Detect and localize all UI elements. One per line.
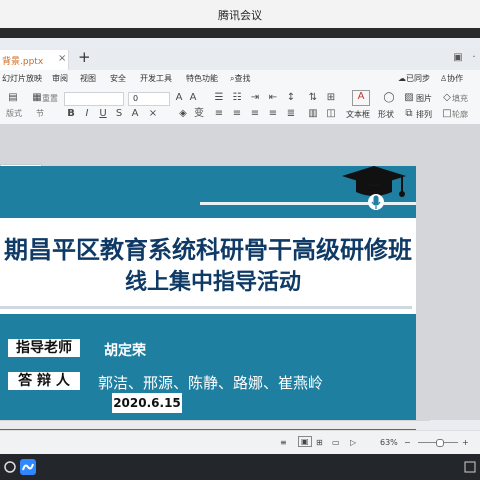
outdent-icon[interactable]: ⇤ [266, 92, 280, 104]
font-color-icon[interactable]: A [128, 108, 142, 120]
slide-title-line-1: 期昌平区教育系统科研骨干高级研修班 [4, 235, 412, 264]
number-list-icon[interactable]: ☷ [230, 92, 244, 104]
tencent-meeting-icon[interactable] [20, 459, 36, 475]
shared-screen: 背景.pptx × + ▣ · 幻灯片放映 审阅 视图 安全 开发工具 特色功能… [0, 28, 480, 455]
menu-collaborate-label: 协作 [447, 74, 464, 83]
respondent-label: 答 辩 人 [8, 372, 80, 390]
italic-icon[interactable]: I [80, 108, 94, 120]
font-size-value: 0 [133, 94, 139, 103]
advisor-name: 胡定荣 [104, 343, 146, 359]
font-size-input[interactable]: 0 [128, 92, 170, 106]
underline-icon[interactable]: U [96, 108, 110, 120]
slide-title-line-2: 线上集中指导活动 [124, 269, 301, 295]
outline-label[interactable]: 轮廓 [452, 109, 468, 120]
align-left-icon[interactable]: ≡ [212, 108, 226, 120]
new-tab-button[interactable]: + [78, 48, 91, 66]
document-tab[interactable]: 背景.pptx × [0, 50, 69, 70]
line-spacing-icon[interactable]: ↕ [284, 92, 298, 104]
zoom-out-icon[interactable]: − [404, 438, 411, 447]
slide-workspace: ▭ ▭ [0, 124, 480, 441]
start-icon[interactable] [2, 459, 18, 475]
bold-icon[interactable]: B [64, 108, 78, 120]
menu-view[interactable]: 视图 [80, 73, 96, 84]
font-name-input[interactable] [64, 92, 124, 106]
shapes-label[interactable]: 形状 [378, 109, 394, 120]
sorter-view-icon[interactable]: ⊞ [316, 438, 323, 447]
horizontal-scrollbar[interactable] [0, 420, 430, 429]
text-align-icon[interactable]: ⊞ [324, 92, 338, 104]
picture-label[interactable]: 图片 [416, 93, 432, 104]
window-more-icon[interactable]: · [468, 52, 480, 63]
new-slide-icon[interactable]: ▤ [6, 92, 20, 104]
advisor-label: 指导老师 [8, 339, 80, 357]
menu-bar: 幻灯片放映 审阅 视图 安全 开发工具 特色功能 ⌕查找 ☁已同步 ♙协作 [0, 70, 480, 88]
align-right-icon[interactable]: ≡ [248, 108, 262, 120]
zoom-level[interactable]: 63% [380, 438, 398, 447]
menu-synced-label: 已同步 [406, 74, 430, 83]
notification-icon[interactable] [462, 459, 478, 475]
ribbon-toolbar: ▤ 版式 ▦ 重置 节 0 B I U S A × A A ◈ 变 ☰ ☷ ⇥ … [0, 88, 480, 125]
meeting-title-bar: 腾讯会议 [0, 0, 480, 29]
menu-developer[interactable]: 开发工具 [140, 73, 172, 84]
bullet-list-icon[interactable]: ☰ [212, 92, 226, 104]
char-spacing-icon[interactable]: 变 [192, 108, 206, 120]
notes-icon[interactable]: ≡ [280, 438, 287, 447]
justify-icon[interactable]: ≡ [266, 108, 280, 120]
shapes-icon[interactable]: ◯ [382, 92, 396, 104]
menu-security[interactable]: 安全 [110, 73, 126, 84]
slide-divider [0, 306, 412, 309]
distribute-icon[interactable]: ≣ [284, 108, 298, 120]
taskbar [0, 454, 480, 480]
menu-review[interactable]: 审阅 [52, 73, 68, 84]
arrange-icon[interactable]: ⧉ [402, 108, 416, 120]
layout-label[interactable]: 版式 [6, 108, 22, 119]
reset-label[interactable]: 重置 [42, 93, 58, 104]
window-menu-icon[interactable]: ▣ [452, 52, 464, 63]
cloud-icon: ☁ [398, 74, 406, 83]
textbox-label[interactable]: 文本框 [346, 109, 370, 120]
presentation-app: 背景.pptx × + ▣ · 幻灯片放映 审阅 视图 安全 开发工具 特色功能… [0, 38, 480, 455]
shrink-font-icon[interactable]: A [186, 92, 200, 104]
slide-header-band [0, 166, 416, 218]
menu-collaborate[interactable]: ♙协作 [440, 73, 463, 84]
menu-slideshow[interactable]: 幻灯片放映 [2, 73, 42, 84]
menu-search-label: 查找 [234, 74, 251, 83]
text-direction-icon[interactable]: ⇅ [306, 92, 320, 104]
normal-view-icon[interactable]: ▣ [298, 436, 312, 447]
highlight-icon[interactable]: ◈ [176, 108, 190, 120]
close-tab-icon[interactable]: × [58, 53, 66, 64]
document-tabs: 背景.pptx × + ▣ · [0, 48, 480, 70]
slide-date: 2020.6.15 [112, 393, 182, 413]
indent-icon[interactable]: ⇥ [248, 92, 262, 104]
respondent-names: 郭洁、邢源、陈静、路娜、崔燕岭 [98, 374, 324, 392]
microphone-icon [368, 194, 384, 210]
zoom-slider-thumb[interactable] [436, 439, 444, 447]
picture-icon[interactable]: ▨ [402, 92, 416, 104]
menu-features[interactable]: 特色功能 [186, 73, 218, 84]
superscript-icon[interactable]: × [146, 108, 160, 120]
columns-icon[interactable]: ▥ [306, 108, 320, 120]
arrange-label[interactable]: 排列 [416, 109, 432, 120]
document-tab-label: 背景.pptx [2, 57, 44, 67]
reading-view-icon[interactable]: ▭ [332, 438, 340, 447]
smartart-icon[interactable]: ◫ [324, 108, 338, 120]
slideshow-icon[interactable]: ▷ [350, 438, 356, 447]
fill-label[interactable]: 填充 [452, 93, 468, 104]
zoom-in-icon[interactable]: + [462, 438, 469, 447]
menu-search[interactable]: ⌕查找 [230, 73, 250, 84]
status-bar: ≡ ▣ ⊞ ▭ ▷ 63% − + [0, 430, 480, 455]
section-label[interactable]: 节 [36, 108, 44, 119]
shadow-icon[interactable]: S [112, 108, 126, 120]
textbox-icon[interactable]: A [352, 90, 370, 106]
grow-font-icon[interactable]: A [172, 92, 186, 104]
slide-canvas[interactable]: 期昌平区教育系统科研骨干高级研修班 线上集中指导活动 指导老师 胡定荣 答 辩 … [0, 166, 416, 441]
window-title: 腾讯会议 [218, 9, 262, 22]
menu-synced[interactable]: ☁已同步 [398, 73, 430, 84]
align-center-icon[interactable]: ≡ [230, 108, 244, 120]
